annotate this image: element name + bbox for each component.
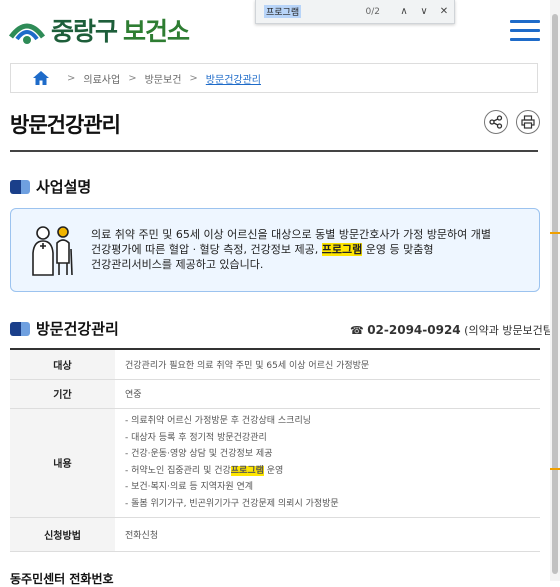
desc-line: 건강평가에 따른 혈압 · 혈당 측정, 건강정보 제공, 프로그램 운영 등 … bbox=[91, 242, 531, 257]
list-item: - 보건·복지·의료 등 지역자원 연계 bbox=[125, 482, 254, 492]
logo-main: 중랑구 bbox=[51, 17, 118, 46]
row-label: 신청방법 bbox=[10, 517, 115, 552]
find-match-marker bbox=[550, 232, 560, 234]
desc-text: 건강평가에 따른 혈압 · 혈당 측정, 건강정보 제공, bbox=[91, 243, 322, 256]
table-row: 기간 연중 bbox=[10, 379, 540, 409]
section-title-overview: 사업설명 bbox=[10, 176, 91, 197]
overview-description: 의료 취약 주민 및 65세 이상 어르신을 대상으로 동별 방문간호사가 가정… bbox=[91, 227, 531, 272]
desc-text: 운영 등 맞춤형 bbox=[362, 243, 434, 256]
section-bullet-icon bbox=[10, 321, 30, 336]
page-title: 방문건강관리 bbox=[10, 113, 121, 137]
scrollbar-thumb[interactable] bbox=[552, 14, 558, 574]
desc-line: 의료 취약 주민 및 65세 이상 어르신을 대상으로 동별 방문간호사가 가정… bbox=[91, 228, 492, 241]
search-highlight: 프로그램 bbox=[230, 465, 264, 476]
find-query[interactable]: 프로그램 bbox=[264, 5, 302, 18]
phone-number[interactable]: 02-2094-0924 bbox=[367, 323, 460, 337]
desc-line: 건강관리서비스를 제공하고 있습니다. bbox=[91, 258, 264, 271]
share-icon bbox=[489, 115, 503, 129]
logo-text: 중랑구 보건소 bbox=[51, 12, 190, 48]
find-in-page-bar: 프로그램 0/2 ∧ ∨ ✕ bbox=[255, 0, 455, 24]
logo-mark-icon bbox=[8, 23, 46, 44]
logo-sub: 보건소 bbox=[123, 17, 190, 46]
row-value: 건강관리가 필요한 의료 취약 주민 및 65세 이상 어르신 가정방문 bbox=[115, 349, 540, 380]
list-item: - 대상자 등록 후 정기적 방문건강관리 bbox=[125, 432, 267, 443]
page-scrollbar[interactable] bbox=[550, 0, 560, 581]
site-logo[interactable]: 중랑구 보건소 bbox=[8, 12, 190, 48]
breadcrumb-item-medical[interactable]: 의료사업 bbox=[83, 71, 120, 86]
section-title-text: 방문건강관리 bbox=[36, 320, 119, 338]
section-title-dong-phone: 동주민센터 전화번호 bbox=[10, 570, 114, 587]
row-label: 기간 bbox=[10, 379, 115, 409]
row-value: - 의료취약 어르신 가정방문 후 건강상태 스크리닝 - 대상자 등록 후 정… bbox=[115, 408, 540, 518]
list-text: - 허약노인 집중관리 및 건강 bbox=[125, 465, 231, 476]
list-item: - 허약노인 집중관리 및 건강프로그램 운영 bbox=[125, 463, 530, 480]
search-highlight: 프로그램 bbox=[321, 243, 363, 256]
breadcrumb-current[interactable]: 방문건강관리 bbox=[206, 71, 261, 86]
find-prev-icon[interactable]: ∧ bbox=[394, 6, 414, 17]
share-button[interactable] bbox=[484, 110, 508, 134]
breadcrumb: > 의료사업 > 방문보건 > 방문건강관리 bbox=[10, 63, 538, 93]
list-item: - 의료취약 어르신 가정방문 후 건강상태 스크리닝 bbox=[125, 416, 312, 426]
overview-box: 의료 취약 주민 및 65세 이상 어르신을 대상으로 동별 방문간호사가 가정… bbox=[10, 208, 540, 292]
program-info-table: 대상 건강관리가 필요한 의료 취약 주민 및 65세 이상 어르신 가정방문 … bbox=[10, 348, 540, 552]
list-item: - 건강·운동·영양 상담 및 건강정보 제공 bbox=[125, 449, 273, 459]
table-row: 내용 - 의료취약 어르신 가정방문 후 건강상태 스크리닝 - 대상자 등록 … bbox=[10, 408, 540, 518]
content-list: - 의료취약 어르신 가정방문 후 건강상태 스크리닝 - 대상자 등록 후 정… bbox=[125, 413, 530, 512]
list-item: - 돌봄 위기가구, 빈곤위기가구 건강문제 의뢰시 가정방문 bbox=[125, 498, 339, 509]
hamburger-menu-icon[interactable] bbox=[510, 20, 540, 42]
print-button[interactable] bbox=[516, 110, 540, 134]
table-row: 신청방법 전화신청 bbox=[10, 517, 540, 552]
list-text: 운영 bbox=[263, 465, 284, 476]
section-title-text: 동주민센터 전화번호 bbox=[10, 572, 114, 586]
table-row: 대상 건강관리가 필요한 의료 취약 주민 및 65세 이상 어르신 가정방문 bbox=[10, 349, 540, 380]
home-icon[interactable] bbox=[33, 71, 49, 85]
find-close-icon[interactable]: ✕ bbox=[434, 6, 454, 17]
find-count: 0/2 bbox=[365, 6, 380, 17]
phone-icon: ☎ bbox=[350, 324, 364, 337]
section-title-program: 방문건강관리 bbox=[10, 318, 119, 339]
title-divider bbox=[10, 150, 538, 152]
find-next-icon[interactable]: ∨ bbox=[414, 6, 434, 17]
row-label: 대상 bbox=[10, 349, 115, 380]
breadcrumb-sep: > bbox=[128, 72, 137, 84]
printer-icon bbox=[521, 115, 535, 129]
nurse-elder-icon bbox=[32, 226, 73, 276]
contact-phone: ☎ 02-2094-0924 (의약과 방문보건팀) bbox=[350, 322, 557, 338]
breadcrumb-sep: > bbox=[189, 72, 198, 84]
phone-note: (의약과 방문보건팀) bbox=[464, 324, 558, 337]
row-label: 내용 bbox=[10, 408, 115, 518]
section-title-text: 사업설명 bbox=[36, 178, 92, 196]
find-match-marker bbox=[550, 468, 560, 470]
row-value: 전화신청 bbox=[115, 517, 540, 552]
breadcrumb-item-visit[interactable]: 방문보건 bbox=[145, 71, 182, 86]
section-bullet-icon bbox=[10, 179, 30, 194]
breadcrumb-sep: > bbox=[67, 72, 76, 84]
row-value: 연중 bbox=[115, 379, 540, 409]
